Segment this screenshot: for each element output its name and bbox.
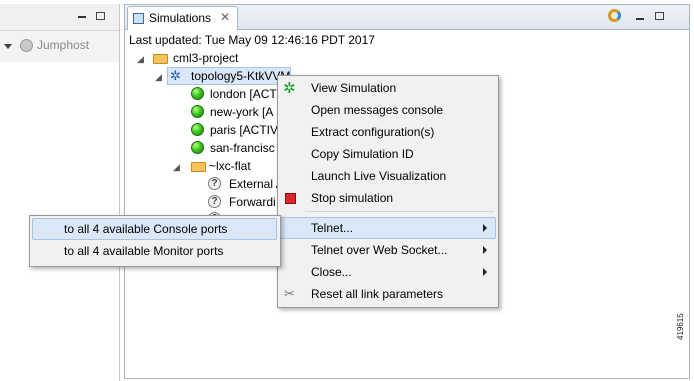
- project-label: cml3-project: [173, 51, 239, 65]
- tree-item-lxc-folder[interactable]: ◢ ~lxc-flat: [173, 156, 251, 176]
- menu-item-telnet-over-websocket[interactable]: Telnet over Web Socket...: [311, 239, 448, 261]
- node-label: new-york [A: [210, 105, 274, 119]
- expand-chevron-icon[interactable]: ◢: [155, 72, 162, 82]
- submenu-arrow-icon: [483, 246, 487, 254]
- lxc-item-label: Forwardi: [229, 195, 276, 209]
- minimize-icon[interactable]: [78, 16, 86, 18]
- simulations-tab-icon: [133, 13, 144, 24]
- refresh-icon[interactable]: [608, 9, 621, 22]
- dropdown-arrow-icon[interactable]: [4, 44, 12, 49]
- expand-chevron-icon[interactable]: ◢: [173, 162, 180, 172]
- view-minimize-icon[interactable]: [636, 18, 644, 20]
- tab-label: Simulations: [149, 11, 212, 25]
- close-tab-icon[interactable]: ✕: [220, 10, 230, 24]
- topology-label: topology5-KtkVVM: [191, 69, 291, 83]
- submenu-item-monitor-ports[interactable]: to all 4 available Monitor ports: [64, 240, 223, 262]
- menu-item-reset-link-parameters[interactable]: Reset all link parameters: [311, 283, 443, 305]
- submenu-item-console-ports[interactable]: to all 4 available Console ports: [64, 218, 227, 240]
- node-active-icon: [191, 87, 204, 100]
- menu-separator: [305, 211, 494, 212]
- jumphost-icon: [20, 39, 33, 52]
- menu-item-launch-live-visualization[interactable]: Launch Live Visualization: [311, 165, 446, 187]
- node-active-icon: [191, 141, 204, 154]
- lxc-folder-label: ~lxc-flat: [209, 159, 251, 173]
- node-active-icon: [191, 105, 204, 118]
- menu-item-extract-configurations[interactable]: Extract configuration(s): [311, 121, 434, 143]
- node-label: san-francisc: [210, 141, 275, 155]
- view-simulation-icon: ✲: [283, 80, 296, 97]
- reset-link-icon: ✂: [284, 286, 295, 301]
- lxc-item-label: External A: [229, 177, 284, 191]
- node-label: paris [ACTIV: [210, 123, 279, 137]
- figure-id: 419615: [676, 313, 685, 340]
- node-label: london [ACT: [210, 87, 277, 101]
- tree-item-project[interactable]: ◢ cml3-project: [137, 48, 238, 68]
- menu-item-view-simulation[interactable]: View Simulation: [311, 77, 396, 99]
- menu-item-stop-simulation[interactable]: Stop simulation: [311, 187, 393, 209]
- node-active-icon: [191, 123, 204, 136]
- stop-icon: [285, 193, 296, 204]
- unknown-status-icon: ?: [208, 195, 221, 208]
- open-folder-icon: [191, 162, 206, 172]
- expand-chevron-icon[interactable]: ◢: [137, 54, 144, 64]
- last-updated-text: Last updated: Tue May 09 12:46:16 PDT 20…: [129, 33, 375, 47]
- maximize-icon[interactable]: [96, 12, 105, 20]
- menu-item-telnet[interactable]: Telnet...: [311, 217, 353, 239]
- menu-item-close[interactable]: Close...: [311, 261, 352, 283]
- left-toolbar: Jumphost: [0, 36, 119, 56]
- menu-item-open-messages-console[interactable]: Open messages console: [311, 99, 443, 121]
- jumphost-label: Jumphost: [37, 38, 90, 52]
- folder-icon: [153, 54, 168, 64]
- view-maximize-icon[interactable]: [655, 12, 664, 20]
- left-pane-header: [0, 4, 119, 31]
- menu-item-copy-simulation-id[interactable]: Copy Simulation ID: [311, 143, 414, 165]
- submenu-arrow-icon: [483, 224, 487, 232]
- submenu-arrow-icon: [483, 268, 487, 276]
- unknown-status-icon: ?: [208, 177, 221, 190]
- topology-icon: ✲: [170, 68, 181, 83]
- tree-item-topology[interactable]: ◢ ✲ topology5-KtkVVM: [155, 66, 291, 86]
- tab-simulations[interactable]: Simulations ✕: [127, 6, 238, 30]
